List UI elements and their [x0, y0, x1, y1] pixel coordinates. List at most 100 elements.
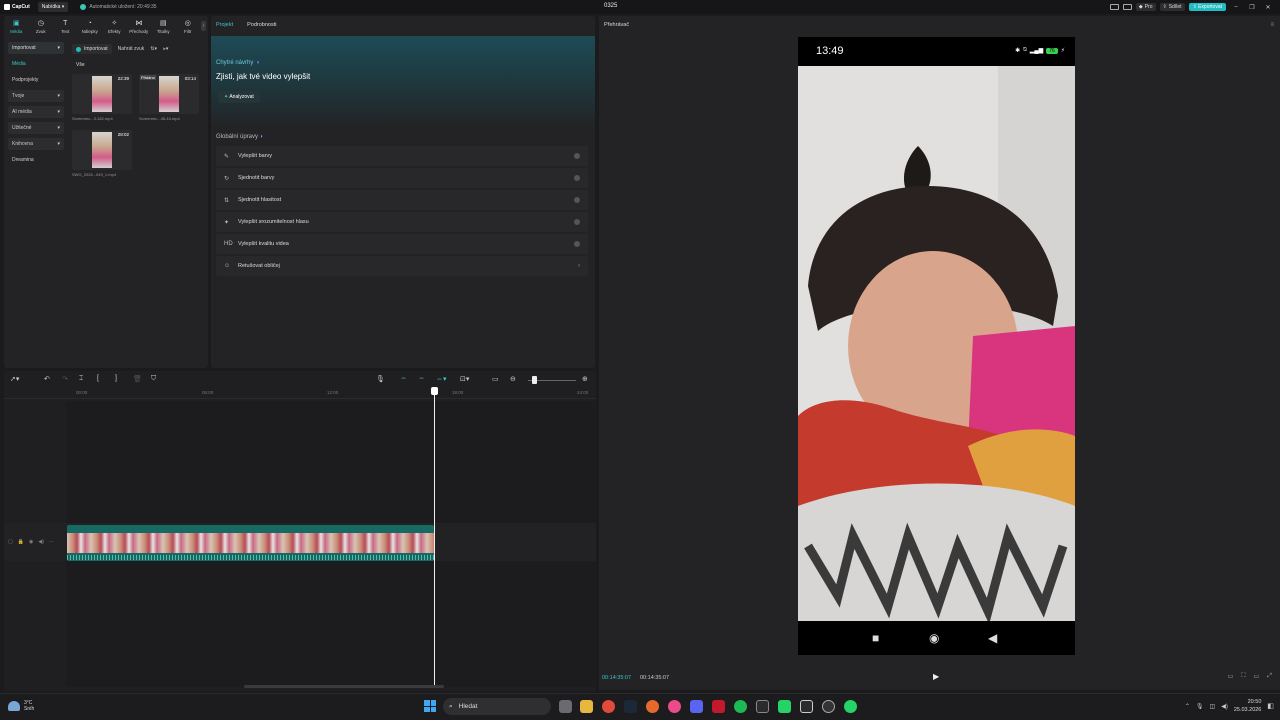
zoom-out-icon[interactable]: ⊖	[510, 375, 516, 383]
close-icon[interactable]: ✕	[1262, 4, 1274, 11]
playhead-handle[interactable]	[431, 387, 438, 395]
caption-toggle-icon[interactable]: ▭	[492, 375, 499, 383]
tool-tab-titulky[interactable]: ▤ Titulky	[151, 16, 176, 38]
play-button[interactable]: ▶	[933, 672, 939, 681]
record-audio-button[interactable]: Nahrát zvuk	[118, 46, 145, 52]
timeline-ruler[interactable]: 00:00 06:00 12:00 18:00 24:00	[4, 389, 596, 399]
layout-icon[interactable]	[1109, 4, 1119, 10]
discord-icon[interactable]	[690, 700, 703, 713]
global-option[interactable]: ✦ Vylepšit srozumitelnost hlasu	[216, 212, 588, 232]
file-explorer-icon[interactable]	[580, 700, 593, 713]
global-option[interactable]: ↻ Sjednotit barvy	[216, 168, 588, 188]
option-toggle[interactable]	[574, 241, 580, 247]
share-button[interactable]: ⇪ Sdílet	[1159, 3, 1185, 11]
export-button[interactable]: ⇧ Exportovat	[1188, 3, 1226, 11]
clock[interactable]: 20:50 25.03.2026	[1234, 698, 1262, 714]
taskbar-search[interactable]: ⌕ Hledat	[443, 698, 551, 715]
delete-icon[interactable]: 🗑	[133, 375, 142, 383]
video-clip[interactable]	[67, 525, 434, 561]
windows-start-icon[interactable]	[424, 700, 436, 712]
link-icon[interactable]: ⇔	[418, 375, 425, 382]
side-nav-item[interactable]: Importovat ▾	[8, 42, 64, 54]
redo-icon[interactable]: ↷	[62, 375, 68, 383]
tray-chevron-icon[interactable]: ⌃	[1185, 703, 1190, 710]
tool-tab-nálepky[interactable]: ◔ Nálepky	[78, 16, 103, 38]
filter-icon[interactable]: ⫸▾	[163, 46, 168, 52]
playhead[interactable]	[434, 389, 435, 685]
opera-icon[interactable]	[712, 700, 725, 713]
ai-tools-icon[interactable]: ⊡▾	[460, 375, 469, 383]
side-nav-item[interactable]: Média	[8, 58, 64, 70]
sort-icon[interactable]: ⇅▾	[150, 46, 157, 52]
mic-tray-icon[interactable]: 🎙	[1196, 703, 1204, 710]
maximize-icon[interactable]: ❐	[1246, 4, 1258, 11]
media-thumbnail[interactable]: 22:39	[72, 74, 132, 114]
zoom-slider-handle[interactable]	[532, 376, 537, 384]
trim-right-icon[interactable]: ]	[115, 375, 117, 382]
tool-tab-filtr[interactable]: ◎ Filtr	[176, 16, 201, 38]
volume-icon[interactable]: ◀)	[1221, 703, 1228, 710]
import-button[interactable]: Importovat	[72, 44, 112, 54]
global-option[interactable]: ✎ Vylepšit barvy	[216, 146, 588, 166]
side-nav-item[interactable]: Dreamina	[8, 154, 64, 166]
side-nav-item[interactable]: Knihovna ▾	[8, 138, 64, 150]
global-option[interactable]: HD Vylepšit kvalitu videa	[216, 234, 588, 254]
network-icon[interactable]: ◫	[1210, 703, 1216, 710]
split-icon[interactable]: ⌶	[79, 375, 83, 383]
zoom-in-icon[interactable]: ⊕	[582, 375, 588, 383]
tool-tab-text[interactable]: T Text	[53, 16, 78, 38]
tool-tab-efekty[interactable]: ✧ Efekty	[102, 16, 127, 38]
timeline-scrollbar[interactable]	[244, 685, 444, 688]
crop-icon[interactable]: ⛶	[1241, 673, 1245, 680]
tab-details[interactable]: Podrobnosti	[247, 22, 276, 28]
media-thumbnail[interactable]: 28:02	[72, 130, 132, 170]
tool-tab-zvuk[interactable]: ◷ Zvuk	[29, 16, 54, 38]
minimize-icon[interactable]: –	[1230, 4, 1242, 10]
select-tool-icon[interactable]: ➚▾	[10, 375, 19, 383]
ratio-icon[interactable]: ▭	[1228, 673, 1234, 680]
side-nav-item[interactable]: Podprojekty	[8, 74, 64, 86]
track-cover-icon[interactable]: ▢	[8, 539, 13, 545]
chrome-icon[interactable]	[602, 700, 615, 713]
notifications-icon[interactable]: ◧	[1267, 702, 1274, 710]
global-option[interactable]: ☺ Retušovat obličej ›	[216, 256, 588, 276]
mute-icon[interactable]: ◀)	[38, 539, 44, 545]
task-view-icon[interactable]	[559, 700, 572, 713]
openai-icon[interactable]	[822, 700, 835, 713]
whatsapp-business-icon[interactable]	[778, 700, 791, 713]
project-name[interactable]: 0325	[604, 3, 617, 9]
undo-icon[interactable]: ↶	[44, 375, 50, 383]
firefox-icon[interactable]	[646, 700, 659, 713]
weather-widget[interactable]: 3°C Sníh	[8, 700, 34, 712]
option-toggle[interactable]	[574, 175, 580, 181]
player-menu-icon[interactable]: ≡	[1270, 22, 1274, 28]
global-option[interactable]: ⇅ Sjednotit hlasitost	[216, 190, 588, 210]
trim-left-icon[interactable]: [	[97, 375, 99, 382]
whatsapp-icon[interactable]	[844, 700, 857, 713]
tools-scroll-right-icon[interactable]: ›	[201, 21, 206, 31]
quality-icon[interactable]: ▭	[1254, 673, 1260, 680]
app-icon[interactable]	[668, 700, 681, 713]
tool-tab-média[interactable]: ▣ Média	[4, 16, 29, 38]
side-nav-item[interactable]: Užitečné ▾	[8, 122, 64, 134]
eye-icon[interactable]: ◉	[29, 539, 33, 545]
fullscreen-icon[interactable]: ⤢	[1267, 673, 1272, 680]
video-preview[interactable]: 13:49 ✱ ⍉ ▂▄▆ 76 ⚡ ■ ◉ ◀	[798, 37, 1075, 655]
option-toggle[interactable]	[574, 219, 580, 225]
menu-button[interactable]: Nabídka ▾	[37, 2, 69, 12]
steam-icon[interactable]	[624, 700, 637, 713]
marker-icon[interactable]: ⛉	[151, 375, 156, 383]
shortcuts-icon[interactable]	[1122, 4, 1132, 10]
side-nav-item[interactable]: AI média ▾	[8, 106, 64, 118]
magnet-snap-icon[interactable]: ⇔	[400, 375, 407, 382]
capcut-taskbar-icon-2[interactable]	[800, 700, 813, 713]
more-icon[interactable]: ⋯	[49, 539, 54, 545]
lock-icon[interactable]: 🔒	[18, 539, 24, 545]
side-nav-item[interactable]: Tvoje ▾	[8, 90, 64, 102]
microphone-icon[interactable]: 🎙	[376, 375, 385, 383]
media-thumbnail[interactable]: 03:14 Přidáno	[139, 74, 199, 114]
spotify-icon[interactable]	[734, 700, 747, 713]
analyze-button[interactable]: ✦ Analyzovat	[218, 91, 260, 103]
option-toggle[interactable]	[574, 153, 580, 159]
tool-tab-přechody[interactable]: ⋈ Přechody	[127, 16, 152, 38]
